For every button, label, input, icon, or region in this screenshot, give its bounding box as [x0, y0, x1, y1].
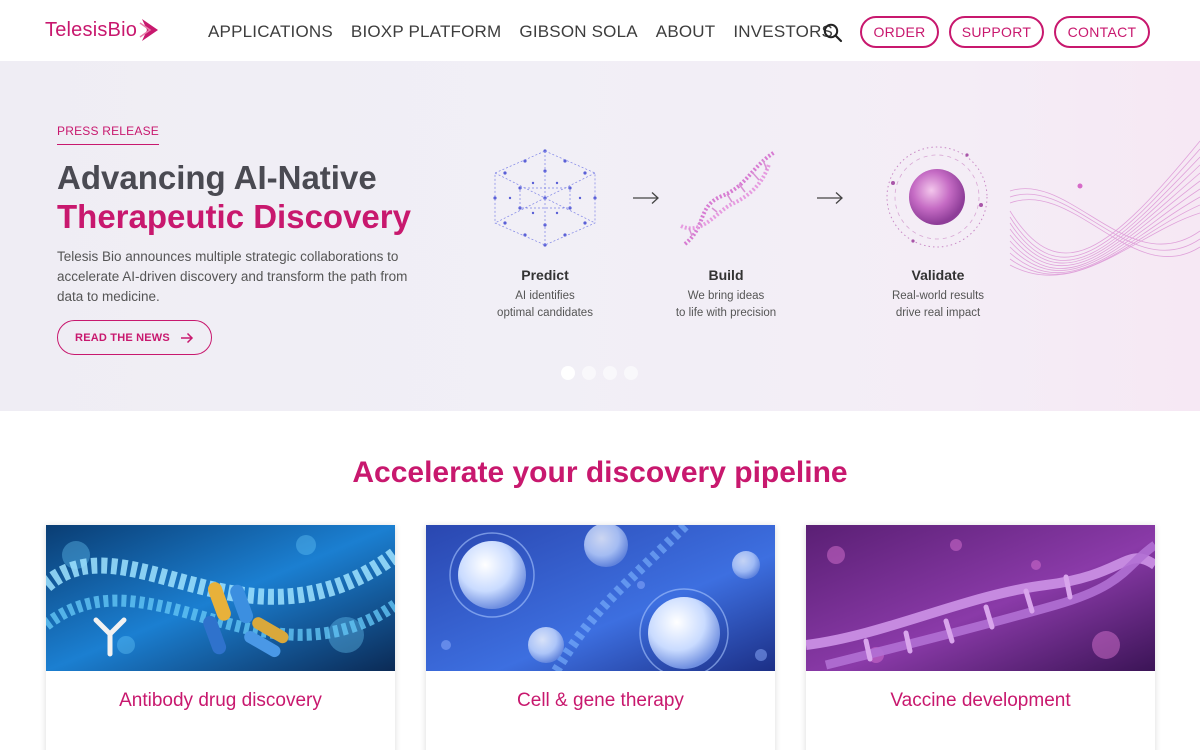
card-image-cells	[426, 525, 775, 671]
card-title: Vaccine development	[890, 690, 1071, 711]
main-nav: APPLICATIONS BIOXP PLATFORM GIBSON SOLA …	[208, 22, 833, 42]
read-the-news-label: READ THE NEWS	[75, 331, 170, 344]
section-title: Accelerate your discovery pipeline	[352, 456, 848, 489]
logo-text: TelesisBio	[45, 18, 138, 41]
hero-description: Telesis Bio announces multiple strategic…	[57, 249, 408, 304]
stage-predict: Predict AI identifies optimal candidates	[465, 267, 625, 322]
stage-desc-line2: to life with precision	[675, 307, 777, 319]
hero-title-line2: Therapeutic Discovery	[57, 198, 411, 235]
carousel-dot-1[interactable]	[561, 366, 575, 380]
card-cell-gene-therapy[interactable]: Cell & gene therapy	[426, 525, 775, 750]
stage-build: Build We bring ideas to life with precis…	[646, 267, 806, 322]
dna-helix-illustration	[680, 150, 777, 246]
wave-decoration	[1009, 140, 1200, 276]
arrow-right-icon	[817, 192, 843, 204]
card-antibody-drug-discovery[interactable]: Antibody drug discovery	[46, 525, 395, 750]
stage-desc-line2: drive real impact	[895, 307, 981, 319]
stage-title: Predict	[521, 267, 569, 283]
nav-bioxp-platform[interactable]: BIOXP PLATFORM	[351, 22, 501, 42]
hero-title-line1: Advancing AI-Native	[57, 159, 377, 196]
telesis-bio-logo[interactable]: TelesisBio	[45, 17, 161, 43]
stage-title: Validate	[911, 267, 965, 283]
card-image-antibody	[46, 525, 395, 671]
cell-sphere-illustration	[886, 146, 988, 248]
read-the-news-button[interactable]: READ THE NEWS	[57, 320, 212, 355]
molecular-lattice-illustration	[493, 149, 597, 247]
logo-arrow-icon	[139, 19, 159, 41]
site-header: TelesisBio APPLICATIONS BIOXP PLATFORM G…	[0, 0, 1200, 62]
stage-desc-line1: We bring ideas	[687, 290, 765, 302]
nav-investors[interactable]: INVESTORS	[733, 22, 833, 42]
order-button[interactable]: ORDER	[860, 16, 939, 48]
nav-gibson-sola[interactable]: GIBSON SOLA	[519, 22, 637, 42]
arrow-right-icon	[633, 192, 659, 204]
stage-validate: Validate Real-world results drive real i…	[858, 267, 1018, 322]
stage-desc-line1: AI identifies	[515, 290, 575, 302]
carousel-dot-4[interactable]	[624, 366, 638, 380]
search-icon[interactable]	[823, 23, 843, 43]
stage-title: Build	[708, 267, 744, 283]
nav-applications[interactable]: APPLICATIONS	[208, 22, 333, 42]
support-button[interactable]: SUPPORT	[949, 16, 1044, 48]
contact-button[interactable]: CONTACT	[1054, 16, 1150, 48]
arrow-right-icon	[180, 332, 193, 343]
hero-carousel: PRESS RELEASE Advancing AI-Native Therap…	[0, 61, 1200, 411]
nav-about[interactable]: ABOUT	[656, 22, 716, 42]
card-image-dna	[806, 525, 1155, 671]
card-vaccine-development[interactable]: Vaccine development	[806, 525, 1155, 750]
stage-desc-line2: optimal candidates	[497, 307, 593, 319]
card-title: Cell & gene therapy	[517, 690, 684, 711]
carousel-dot-3[interactable]	[603, 366, 617, 380]
stage-desc-line1: Real-world results	[891, 290, 985, 302]
carousel-dot-2[interactable]	[582, 366, 596, 380]
press-release-kicker: PRESS RELEASE	[57, 124, 159, 145]
card-title: Antibody drug discovery	[119, 690, 322, 711]
